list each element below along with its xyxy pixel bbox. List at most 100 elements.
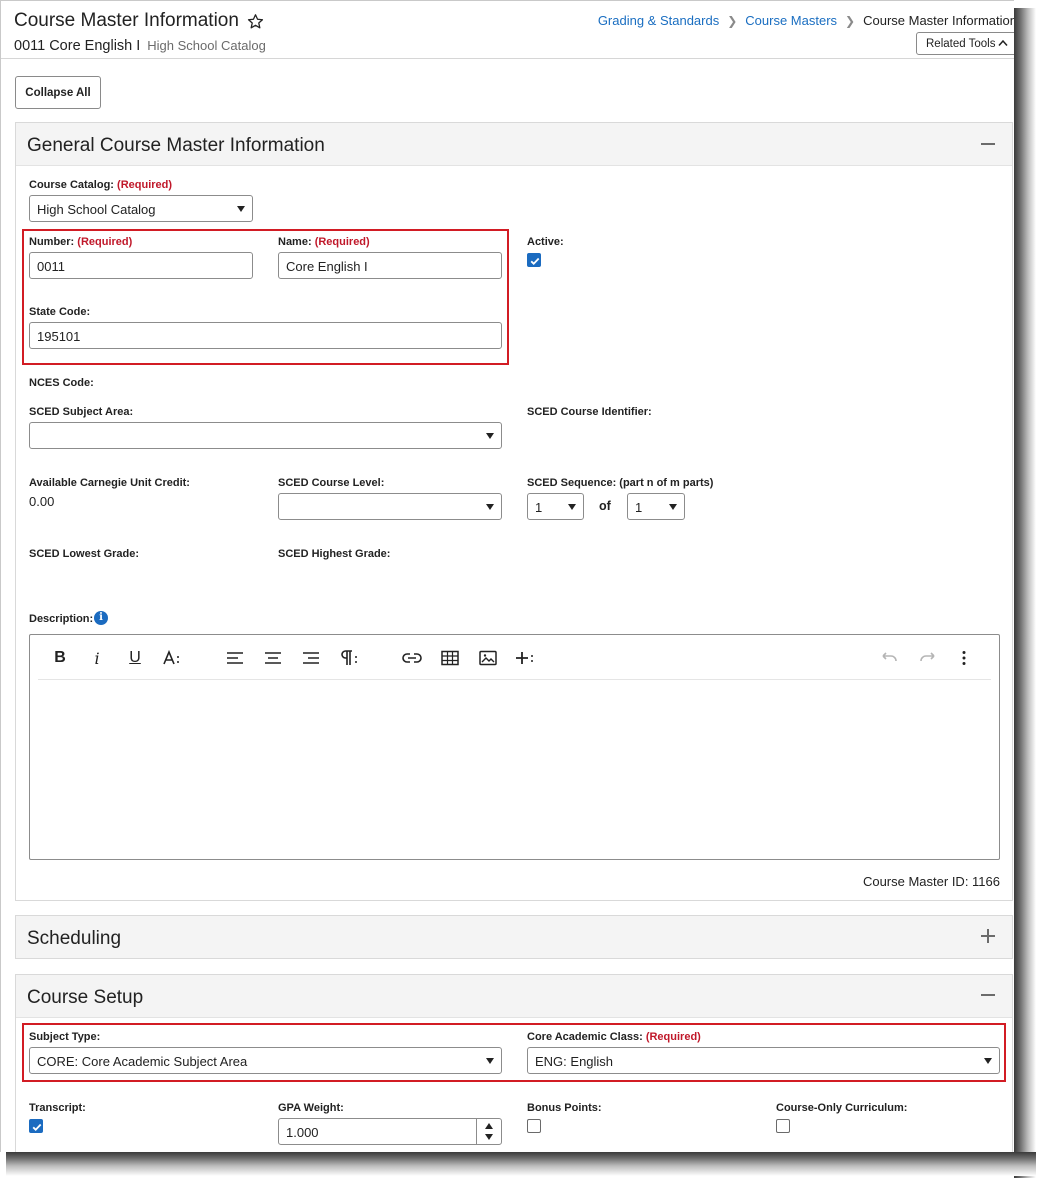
italic-button[interactable]: i [85,647,109,669]
sced-sequence-total-select[interactable]: 1 [627,493,685,520]
paragraph-icon [341,650,357,665]
redo-icon [920,652,935,662]
scheduling-header[interactable]: Scheduling [16,916,1012,958]
state-code-label: State Code: [29,306,91,318]
transcript-label: Transcript: [29,1102,86,1114]
sced-sequence-label: SCED Sequence: (part n of m parts) [527,477,714,489]
plus-icon [516,652,533,664]
breadcrumb-grading-standards[interactable]: Grading & Standards [598,13,719,28]
app-frame: Course Master Information 0011 Core Engl… [0,0,1014,1152]
minus-icon[interactable] [980,136,996,152]
page-title: Course Master Information [14,10,239,31]
underline-button[interactable]: U [123,647,147,669]
number-label: Number: (Required) [29,236,133,248]
general-info-header[interactable]: General Course Master Information [16,123,1012,166]
description-editor[interactable]: B i U [29,634,1000,860]
align-right-button[interactable] [299,647,323,669]
paragraph-button[interactable] [337,647,361,669]
star-icon[interactable] [247,13,264,30]
scheduling-title: Scheduling [27,928,122,949]
stepper-down-icon[interactable] [485,1134,493,1140]
sced-subject-area-select[interactable] [29,422,502,449]
subject-type-select[interactable]: CORE: Core Academic Subject Area [29,1047,502,1074]
course-number-name: 0011 Core English I [14,38,141,54]
undo-icon [882,652,897,662]
stepper-up-icon[interactable] [485,1123,493,1129]
scheduling-panel: Scheduling [15,915,1013,959]
gpa-weight-label: GPA Weight: [278,1102,344,1114]
core-academic-class-label: Core Academic Class: (Required) [527,1031,701,1043]
collapse-all-button[interactable]: Collapse All [15,76,101,109]
course-only-curriculum-checkbox[interactable] [776,1119,790,1133]
editor-toolbar-divider [38,679,991,680]
page-header: Course Master Information 0011 Core Engl… [1,1,1014,59]
plus-icon[interactable] [980,928,996,944]
font-size-button[interactable] [161,647,185,669]
align-center-button[interactable] [261,647,285,669]
sced-course-identifier-label: SCED Course Identifier: [527,406,652,418]
state-code-input[interactable]: 195101 [29,322,502,349]
chevron-right-icon: ❯ [727,13,738,28]
course-setup-header[interactable]: Course Setup [16,975,1012,1018]
course-master-id: Course Master ID: 1166 [862,874,1000,889]
sced-lowest-grade-label: SCED Lowest Grade: [29,548,140,560]
table-icon [441,650,459,666]
bonus-points-label: Bonus Points: [527,1102,602,1114]
related-tools-button[interactable]: Related Tools [916,32,1014,55]
chevron-right-icon: ❯ [845,13,856,28]
bonus-points-checkbox[interactable] [527,1119,541,1133]
more-vertical-icon [962,651,966,665]
active-checkbox[interactable] [527,253,541,267]
core-academic-class-select[interactable]: ENG: English [527,1047,1000,1074]
name-input[interactable]: Core English I [278,252,502,279]
related-tools-label: Related Tools [926,38,996,50]
description-label: Description: [29,613,94,625]
caret-down-icon [486,433,494,439]
breadcrumb-course-masters[interactable]: Course Masters [745,13,837,28]
bold-button[interactable]: B [48,647,72,669]
image-icon [479,650,497,666]
caret-down-icon [486,504,494,510]
gpa-weight-stepper[interactable] [476,1119,501,1144]
align-right-icon [303,652,319,664]
undo-button[interactable] [877,647,901,669]
transcript-checkbox[interactable] [29,1119,43,1133]
sced-subject-area-label: SCED Subject Area: [29,406,134,418]
course-only-curriculum-label: Course-Only Curriculum: [776,1102,908,1114]
insert-more-button[interactable] [513,647,537,669]
more-options-button[interactable] [952,647,976,669]
carnegie-credit-label: Available Carnegie Unit Credit: [29,477,190,489]
catalog-name: High School Catalog [147,38,266,53]
align-left-icon [227,652,243,664]
chevron-up-icon [998,39,1008,46]
info-icon[interactable]: i [94,611,108,625]
course-catalog-select[interactable]: High School Catalog [29,195,253,222]
insert-image-button[interactable] [476,647,500,669]
active-label: Active: [527,236,564,248]
redo-button[interactable] [916,647,940,669]
link-icon [402,653,422,663]
general-info-title: General Course Master Information [27,135,325,156]
sced-course-level-select[interactable] [278,493,502,520]
minus-icon[interactable] [980,987,996,1003]
page-title-row: Course Master Information [14,10,264,32]
caret-down-icon [486,1058,494,1064]
name-label: Name: (Required) [278,236,370,248]
page-subtitle: 0011 Core English I High School Catalog [14,38,266,54]
sequence-of-text: of [599,499,611,513]
number-input[interactable]: 0011 [29,252,253,279]
text-size-icon [163,650,179,665]
insert-table-button[interactable] [438,647,462,669]
sced-sequence-part-select[interactable]: 1 [527,493,584,520]
course-setup-title: Course Setup [27,987,144,1008]
caret-down-icon [669,504,677,510]
caret-down-icon [237,206,245,212]
window-shadow-right [1014,8,1036,1178]
sced-highest-grade-label: SCED Highest Grade: [278,548,391,560]
gpa-weight-input[interactable]: 1.000 [278,1118,502,1145]
insert-link-button[interactable] [400,647,424,669]
align-left-button[interactable] [223,647,247,669]
align-center-icon [265,652,281,664]
window-shadow-bottom [6,1152,1036,1176]
sced-course-level-label: SCED Course Level: [278,477,385,489]
